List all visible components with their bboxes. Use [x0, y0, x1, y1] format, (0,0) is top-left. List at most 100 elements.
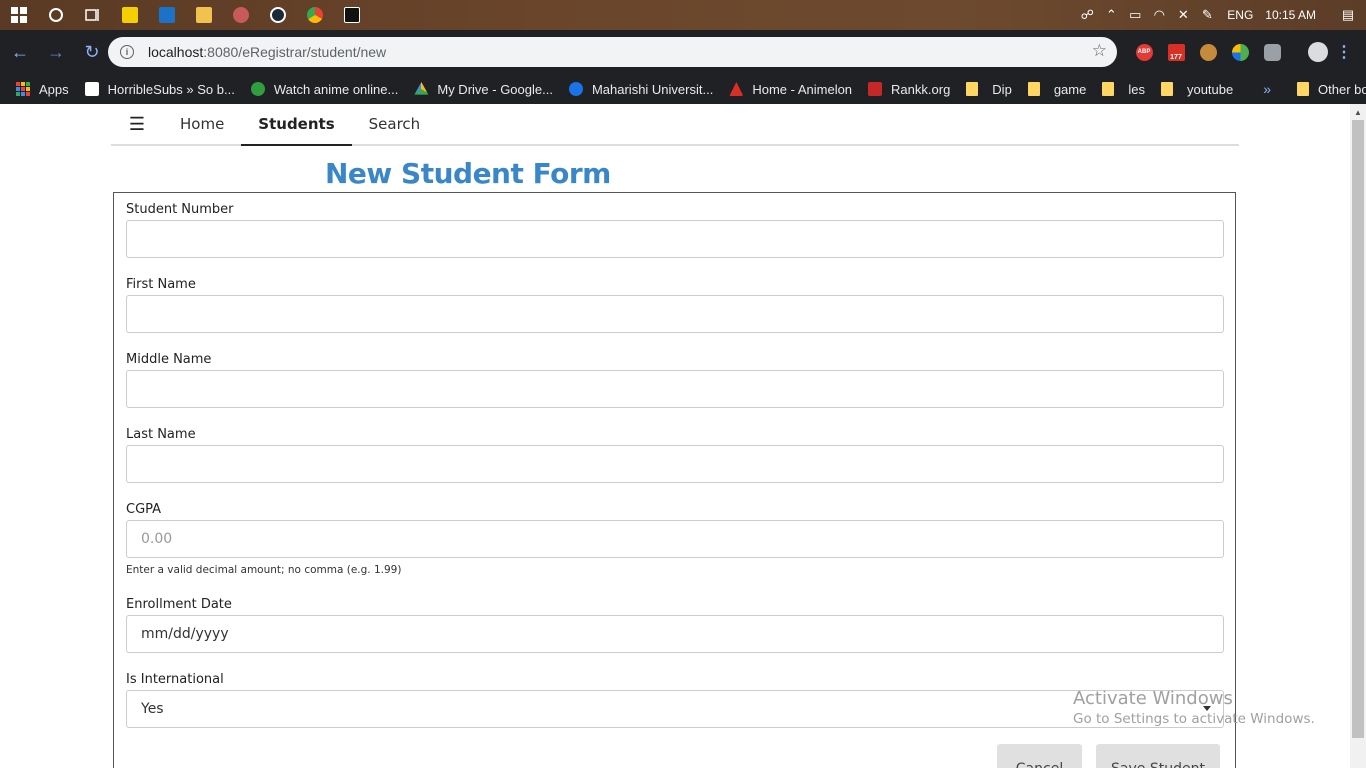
horriblesubs-icon — [84, 82, 99, 96]
cgpa-group: CGPA 0.00 Enter a valid decimal amount; … — [126, 502, 1224, 576]
bookmark-folder-les[interactable]: les — [1094, 74, 1153, 104]
sticky-notes-icon — [121, 7, 138, 23]
game-app-icon — [232, 7, 249, 23]
folder-icon — [1102, 82, 1115, 96]
chevron-up-icon[interactable]: ⌃ — [1099, 0, 1123, 30]
bookmark-horriblesubs[interactable]: HorribleSubs » So b... — [77, 74, 243, 104]
windows-taskbar: ☍ ⌃ ▭ ◠ ✕ ✎ ENG 10:15 AM ▤ — [0, 0, 1366, 30]
student-form: Student Number First Name Middle Name La… — [113, 192, 1236, 768]
bookmark-folder-game[interactable]: game — [1020, 74, 1095, 104]
cgpa-input[interactable]: 0.00 — [126, 520, 1224, 558]
hamburger-menu-icon[interactable]: ☰ — [111, 104, 163, 144]
google-extension[interactable] — [1224, 30, 1256, 74]
back-arrow-icon[interactable]: ← — [4, 36, 36, 68]
bookmark-star-icon[interactable]: ☆ — [1092, 41, 1107, 61]
bookmark-folder-dip[interactable]: Dip — [958, 74, 1020, 104]
address-bar[interactable]: i localhost:8080/eRegistrar/student/new … — [108, 37, 1117, 67]
bookmark-folder-youtube[interactable]: youtube — [1153, 74, 1241, 104]
chrome-menu-icon[interactable]: ⋮ — [1334, 30, 1354, 74]
bookmark-other-bookmarks[interactable]: Other bookmarks — [1283, 74, 1366, 104]
first-name-input[interactable] — [126, 295, 1224, 333]
middle-name-group: Middle Name — [126, 352, 1224, 408]
globe-icon — [568, 82, 583, 96]
cortana-search-icon[interactable] — [37, 0, 74, 30]
first-name-group: First Name — [126, 277, 1224, 333]
reload-icon[interactable]: ↻ — [76, 36, 108, 68]
cancel-button[interactable]: Cancel — [997, 744, 1082, 768]
url-text[interactable]: localhost:8080/eRegistrar/student/new — [148, 44, 386, 60]
last-name-label: Last Name — [126, 427, 196, 442]
bookmark-google-drive[interactable]: My Drive - Google... — [406, 74, 561, 104]
enrollment-date-group: Enrollment Date mm/dd/yyyy — [126, 597, 1224, 653]
first-name-label: First Name — [126, 277, 196, 292]
profile-button[interactable] — [1302, 30, 1334, 74]
student-number-label: Student Number — [126, 202, 234, 217]
adblock-extension[interactable]: ABP — [1128, 30, 1160, 74]
tv-site-icon — [250, 82, 265, 96]
bookmark-rankk[interactable]: Rankk.org — [860, 74, 958, 104]
folder-icon — [966, 82, 979, 96]
folder-label: les — [1128, 81, 1145, 97]
is-international-label: Is International — [126, 672, 224, 687]
enrollment-date-label: Enrollment Date — [126, 597, 232, 612]
student-number-input[interactable] — [126, 220, 1224, 258]
info-icon[interactable]: i — [120, 45, 134, 59]
page-content: ☰ Home Students Search New Student Form … — [0, 104, 1350, 768]
nav-link-students[interactable]: Students — [241, 104, 352, 146]
bookmarks-bar: Apps HorribleSubs » So b... Watch anime … — [0, 74, 1366, 104]
generic-extension[interactable] — [1256, 30, 1288, 74]
bookmark-label: Home - Animelon — [752, 81, 853, 97]
bookmark-animelon[interactable]: Home - Animelon — [721, 74, 860, 104]
google-extension-icon — [1231, 43, 1249, 61]
action-center-icon[interactable]: ▤ — [1330, 0, 1366, 30]
folder-icon — [1297, 82, 1310, 96]
bookmark-watch-anime[interactable]: Watch anime online... — [243, 74, 407, 104]
folder-icon — [1160, 82, 1173, 96]
extension-icon — [1263, 43, 1281, 61]
taskbar-app-0[interactable] — [111, 0, 148, 30]
cookie-icon — [1199, 43, 1217, 61]
watermark-subtitle: Go to Settings to activate Windows. — [1073, 711, 1315, 727]
battery-icon[interactable]: ▭ — [1123, 0, 1147, 30]
folder-label: Dip — [992, 81, 1012, 97]
people-icon[interactable]: ☍ — [1075, 0, 1099, 30]
cookie-extension[interactable] — [1192, 30, 1224, 74]
speaker-muted-icon[interactable]: ✕ — [1171, 0, 1195, 30]
watermelon-icon — [729, 82, 744, 96]
wifi-icon[interactable]: ◠ — [1147, 0, 1171, 30]
middle-name-input[interactable] — [126, 370, 1224, 408]
taskbar-app-5[interactable] — [296, 0, 333, 30]
last-name-input[interactable] — [126, 445, 1224, 483]
clock[interactable]: 10:15 AM — [1261, 8, 1330, 22]
nav-link-home[interactable]: Home — [163, 104, 241, 144]
language-indicator[interactable]: ENG — [1219, 8, 1261, 22]
bookmark-apps[interactable]: Apps — [0, 74, 77, 104]
watermark-title: Activate Windows — [1073, 688, 1233, 709]
student-number-group: Student Number — [126, 202, 1224, 258]
taskbar-app-3[interactable] — [222, 0, 259, 30]
scroll-up-arrow-icon[interactable]: ▲ — [1350, 104, 1366, 120]
scroll-thumb[interactable] — [1352, 120, 1364, 738]
taskbar-app-4[interactable] — [259, 0, 296, 30]
task-view-icon[interactable] — [74, 0, 111, 30]
browser-toolbar: ← → ↻ i localhost:8080/eRegistrar/studen… — [0, 30, 1366, 74]
page-title: New Student Form — [325, 157, 611, 190]
pen-icon[interactable]: ✎ — [1195, 0, 1219, 30]
vertical-scrollbar[interactable]: ▲ — [1350, 104, 1366, 768]
windows-start-icon[interactable] — [0, 0, 37, 30]
taskbar-app-1[interactable] — [148, 0, 185, 30]
folder-label: game — [1053, 81, 1087, 97]
calendar-extension[interactable]: 177 — [1160, 30, 1192, 74]
enrollment-date-input[interactable]: mm/dd/yyyy — [126, 615, 1224, 653]
bookmarks-overflow-button[interactable]: » — [1251, 81, 1283, 97]
folder-label: youtube — [1186, 81, 1234, 97]
steam-icon — [269, 7, 286, 23]
nav-link-search[interactable]: Search — [352, 104, 438, 144]
bookmark-maharishi[interactable]: Maharishi Universit... — [561, 74, 721, 104]
taskbar-app-2[interactable] — [185, 0, 222, 30]
forward-arrow-icon[interactable]: → — [40, 36, 72, 68]
taskbar-app-6[interactable] — [333, 0, 370, 30]
folder-label: Other bookmarks — [1318, 81, 1366, 97]
is-international-select[interactable]: Yes — [126, 690, 1224, 728]
save-student-button[interactable]: Save Student — [1096, 744, 1220, 768]
